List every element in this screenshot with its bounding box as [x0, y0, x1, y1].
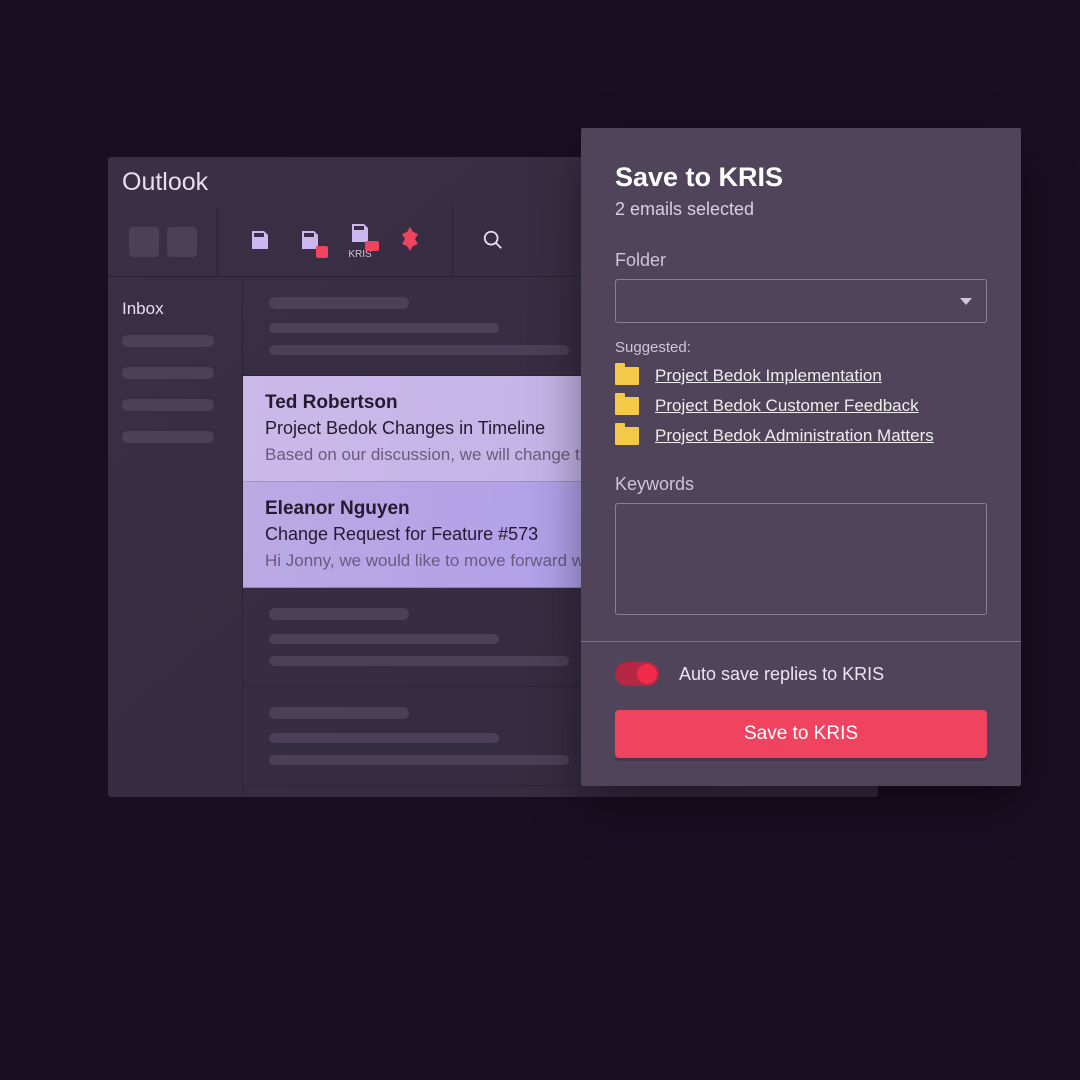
- save-note-icon: [346, 219, 374, 247]
- folder-placeholder[interactable]: [122, 367, 214, 379]
- save-attachment-icon[interactable]: [296, 226, 324, 254]
- kris-logo-icon[interactable]: [396, 226, 424, 254]
- folder-placeholder[interactable]: [122, 431, 214, 443]
- auto-save-toggle[interactable]: [615, 662, 659, 686]
- folder-placeholder[interactable]: [122, 335, 214, 347]
- keywords-input[interactable]: [615, 503, 987, 615]
- chevron-down-icon: [960, 298, 972, 305]
- suggested-folder-link[interactable]: Project Bedok Customer Feedback: [655, 396, 919, 416]
- suggested-folder-link[interactable]: Project Bedok Administration Matters: [655, 426, 934, 446]
- search-group: [453, 207, 507, 276]
- folder-sidebar: Inbox: [108, 277, 243, 797]
- dialog-subtitle: 2 emails selected: [615, 199, 987, 220]
- keywords-field-label: Keywords: [615, 474, 987, 495]
- inbox-folder[interactable]: Inbox: [122, 299, 228, 319]
- kris-tab[interactable]: KRIS: [346, 223, 374, 260]
- ribbon-tab-placeholder[interactable]: [129, 227, 159, 257]
- ribbon-tab-placeholder[interactable]: [167, 227, 197, 257]
- folder-field-label: Folder: [615, 250, 987, 271]
- save-icon[interactable]: [246, 226, 274, 254]
- auto-save-toggle-label: Auto save replies to KRIS: [679, 664, 884, 685]
- folder-icon: [615, 367, 639, 385]
- suggested-folder-row[interactable]: Project Bedok Customer Feedback: [615, 396, 987, 416]
- folder-select[interactable]: [615, 279, 987, 323]
- save-to-kris-button[interactable]: Save to KRIS: [615, 710, 987, 758]
- auto-save-toggle-row: Auto save replies to KRIS: [581, 642, 1021, 686]
- suggested-folder-row[interactable]: Project Bedok Implementation: [615, 366, 987, 386]
- save-to-kris-dialog: Save to KRIS 2 emails selected Folder Su…: [581, 128, 1021, 786]
- suggested-label: Suggested:: [615, 339, 987, 356]
- kris-toolbar-group: KRIS: [218, 207, 453, 276]
- tab-group: [108, 207, 218, 276]
- app-title: Outlook: [122, 168, 208, 197]
- suggested-folder-link[interactable]: Project Bedok Implementation: [655, 366, 882, 386]
- suggested-folder-row[interactable]: Project Bedok Administration Matters: [615, 426, 987, 446]
- folder-icon: [615, 427, 639, 445]
- folder-icon: [615, 397, 639, 415]
- dialog-title: Save to KRIS: [615, 162, 987, 193]
- search-icon[interactable]: [479, 226, 507, 254]
- folder-placeholder[interactable]: [122, 399, 214, 411]
